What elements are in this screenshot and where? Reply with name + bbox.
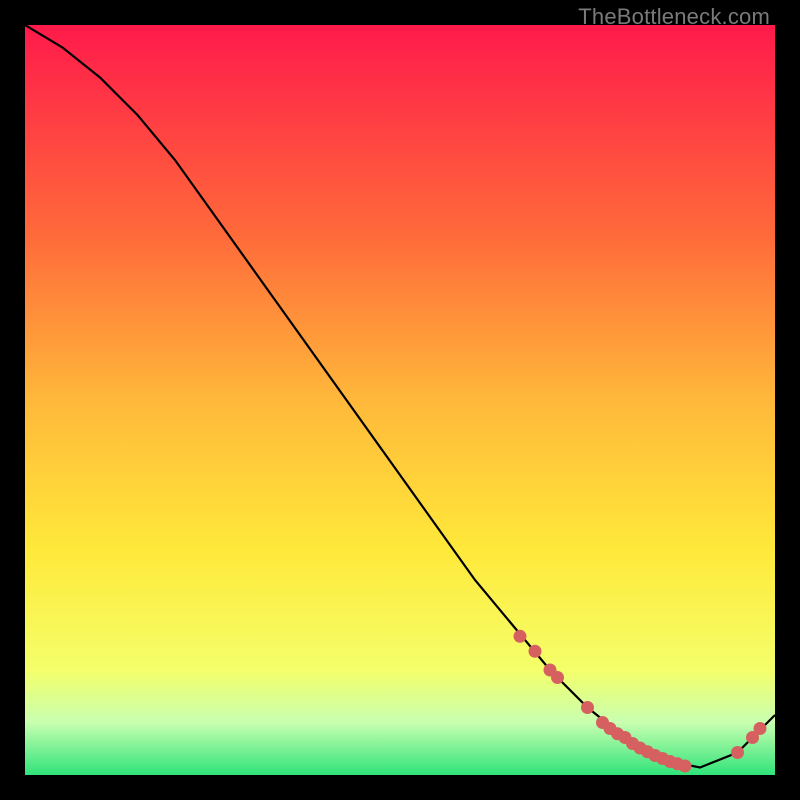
chart-frame	[25, 25, 775, 775]
data-marker	[551, 671, 564, 684]
data-marker	[581, 701, 594, 714]
watermark-text: TheBottleneck.com	[578, 4, 770, 30]
data-marker	[514, 630, 527, 643]
data-marker	[529, 645, 542, 658]
data-marker	[731, 746, 744, 759]
chart-svg	[25, 25, 775, 775]
data-marker	[679, 760, 692, 773]
data-marker	[754, 722, 767, 735]
gradient-background	[25, 25, 775, 775]
